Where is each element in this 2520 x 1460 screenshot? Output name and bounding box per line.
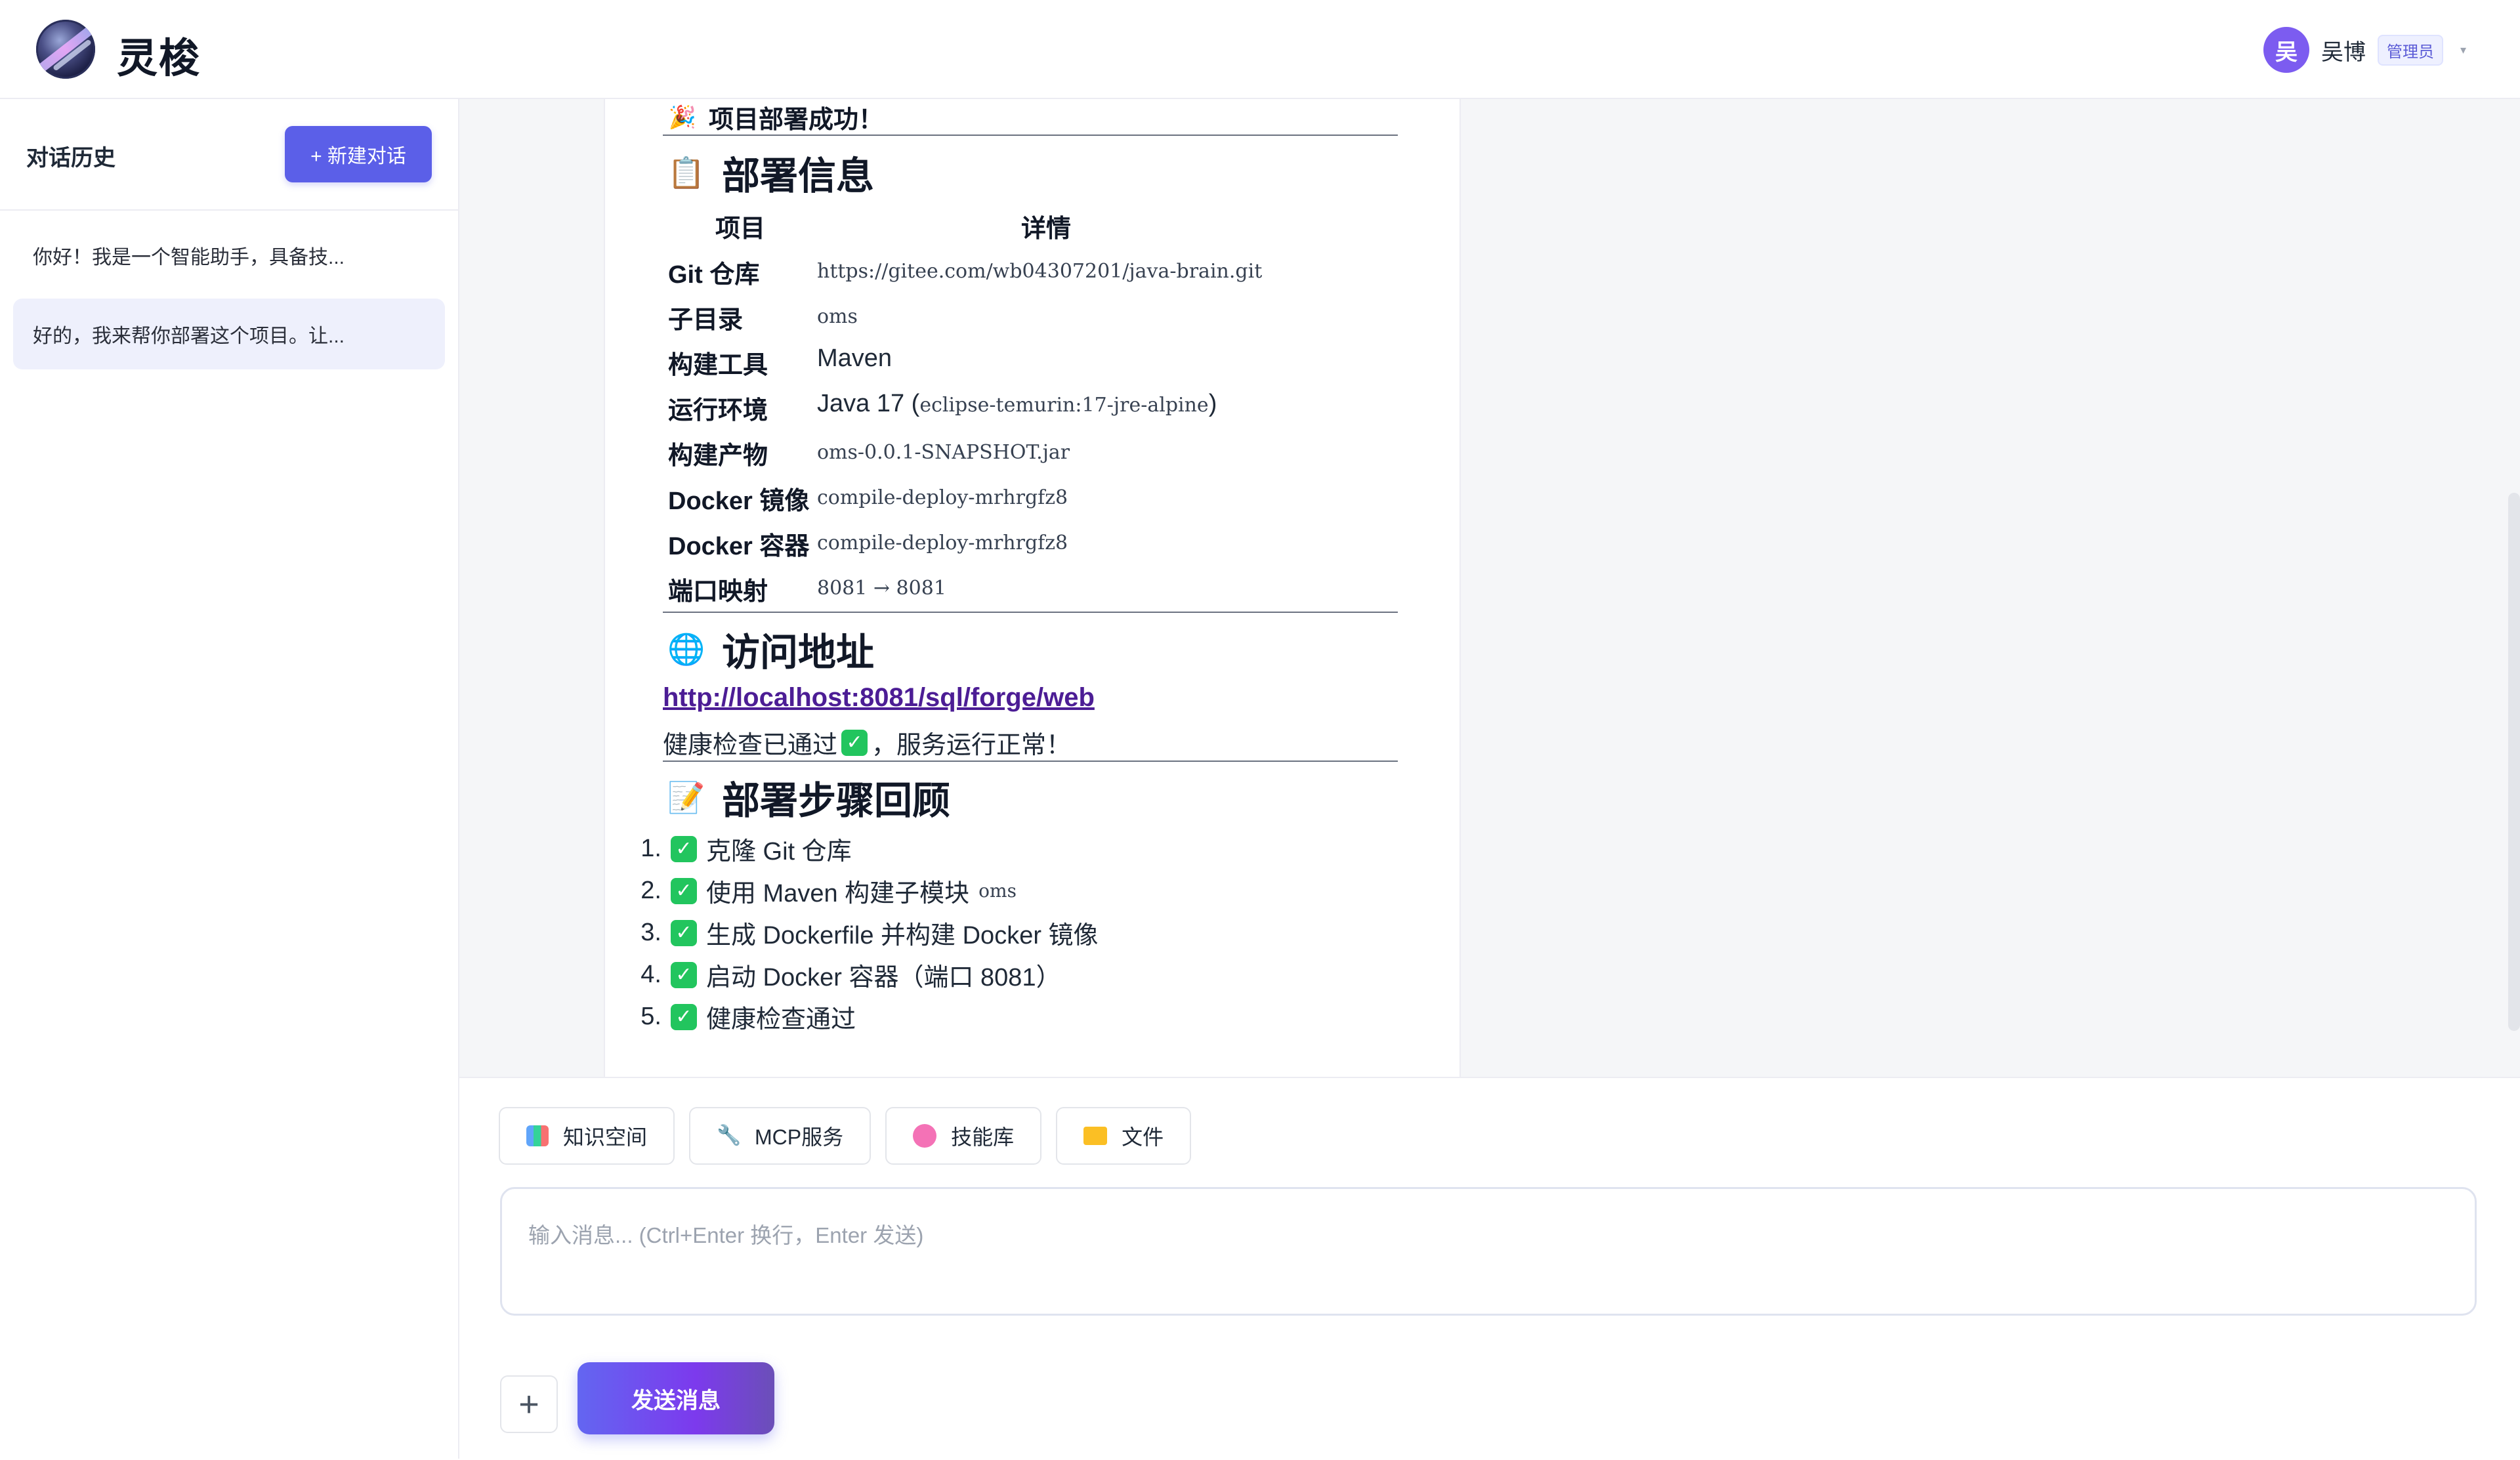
chip-label: MCP服务 bbox=[755, 1125, 844, 1149]
chat-area: 🎉 项目部署成功！ 📋 部署信息 项目 详情 Git 仓库 https://gi… bbox=[459, 99, 2520, 1077]
runtime-text: Java 17 ( bbox=[817, 390, 920, 417]
brain-icon bbox=[913, 1124, 937, 1148]
deploy-info-heading-text: 部署信息 bbox=[722, 155, 875, 198]
success-text: 项目部署成功！ bbox=[709, 106, 884, 134]
steps-heading-text: 部署步骤回顾 bbox=[722, 780, 951, 822]
table-row-key: 构建产物 bbox=[668, 442, 768, 470]
divider bbox=[663, 135, 1398, 136]
health-status: 健康检查已通过 ✓ ，服务运行正常！ bbox=[663, 724, 1071, 761]
step-text: 克隆 Git 仓库 bbox=[706, 838, 852, 866]
knowledge-space-button[interactable]: 知识空间 bbox=[499, 1107, 675, 1165]
divider bbox=[663, 612, 1398, 613]
sidebar: 对话历史 + 新建对话 你好！我是一个智能助手，具备技... 好的，我来帮你部署… bbox=[0, 99, 459, 1459]
role-badge: 管理员 bbox=[2377, 34, 2443, 66]
app-header: 灵梭 吴 吴博 管理员 ▾ bbox=[0, 0, 2520, 99]
health-text-suffix: ，服务运行正常！ bbox=[872, 732, 1072, 759]
table-row-value: compile-deploy-mrhrgfz8 bbox=[817, 532, 1068, 554]
avatar[interactable]: 吴 bbox=[2263, 27, 2309, 73]
chevron-down-icon[interactable]: ▾ bbox=[2460, 43, 2466, 57]
message-input[interactable] bbox=[500, 1187, 2477, 1316]
list-item: 3. ✓ 生成 Dockerfile 并构建 Docker 镜像 bbox=[635, 915, 1099, 951]
chip-label: 技能库 bbox=[951, 1125, 1015, 1149]
table-row-value: https://gitee.com/wb04307201/java-brain.… bbox=[817, 260, 1263, 283]
step-code: oms bbox=[978, 880, 1017, 902]
step-text: 生成 Dockerfile 并构建 Docker 镜像 bbox=[706, 922, 1099, 949]
deploy-info-heading: 📋 部署信息 bbox=[667, 145, 875, 200]
table-row-value: oms-0.0.1-SNAPSHOT.jar bbox=[817, 441, 1070, 464]
memo-icon: 📝 bbox=[667, 780, 705, 814]
step-text: 启动 Docker 容器（端口 8081） bbox=[706, 964, 1061, 991]
wrench-icon: 🔧 bbox=[717, 1125, 742, 1146]
step-text: 健康检查通过 bbox=[706, 1006, 856, 1033]
check-icon: ✓ bbox=[671, 835, 697, 862]
books-icon bbox=[526, 1125, 549, 1146]
table-row-value: oms bbox=[817, 305, 858, 328]
mcp-service-button[interactable]: 🔧 MCP服务 bbox=[689, 1107, 872, 1165]
send-button[interactable]: 发送消息 bbox=[578, 1362, 774, 1434]
chip-label: 知识空间 bbox=[563, 1125, 648, 1149]
check-icon: ✓ bbox=[671, 961, 697, 988]
table-row-key: Docker 镜像 bbox=[668, 488, 810, 515]
list-item: 2. ✓ 使用 Maven 构建子模块 oms bbox=[635, 873, 1017, 909]
table-row-key: 运行环境 bbox=[668, 397, 768, 425]
step-number: 2. bbox=[640, 877, 662, 904]
step-number: 5. bbox=[640, 1003, 662, 1030]
step-number: 1. bbox=[640, 835, 662, 862]
table-row-value: Java 17 (eclipse-temurin:17-jre-alpine) bbox=[817, 390, 1217, 418]
app-logo[interactable] bbox=[36, 20, 95, 79]
table-row-key: 子目录 bbox=[668, 306, 744, 334]
sidebar-header: 对话历史 + 新建对话 bbox=[0, 99, 458, 211]
table-header-item: 项目 bbox=[715, 215, 766, 243]
check-icon: ✓ bbox=[671, 877, 697, 904]
clipboard-icon: 📋 bbox=[667, 155, 705, 190]
table-header-detail: 详情 bbox=[1021, 215, 1072, 243]
sidebar-title: 对话历史 bbox=[26, 146, 116, 171]
chip-label: 文件 bbox=[1122, 1125, 1164, 1149]
plus-icon: + bbox=[518, 1385, 539, 1424]
check-icon: ✓ bbox=[671, 919, 697, 946]
table-row-key: 构建工具 bbox=[668, 352, 768, 379]
divider bbox=[663, 761, 1398, 762]
table-row-key: Docker 容器 bbox=[668, 533, 810, 560]
scrollbar[interactable] bbox=[2508, 493, 2520, 1031]
steps-heading: 📝 部署步骤回顾 bbox=[667, 770, 951, 825]
list-item: 1. ✓ 克隆 Git 仓库 bbox=[635, 831, 852, 867]
table-row-value: compile-deploy-mrhrgfz8 bbox=[817, 486, 1068, 509]
add-attachment-button[interactable]: + bbox=[500, 1375, 558, 1433]
health-text: 健康检查已通过 bbox=[663, 732, 838, 759]
success-line: 🎉 项目部署成功！ bbox=[668, 99, 883, 135]
list-item: 5. ✓ 健康检查通过 bbox=[635, 999, 856, 1035]
runtime-code: eclipse-temurin:17-jre-alpine bbox=[919, 394, 1209, 417]
new-chat-button[interactable]: + 新建对话 bbox=[285, 126, 432, 182]
table-row-value: 8081 → 8081 bbox=[817, 577, 946, 600]
skills-button[interactable]: 技能库 bbox=[885, 1107, 1042, 1165]
party-popper-icon: 🎉 bbox=[668, 104, 697, 130]
history-item[interactable]: 你好！我是一个智能助手，具备技... bbox=[13, 220, 445, 291]
user-name[interactable]: 吴博 bbox=[2321, 34, 2366, 66]
check-icon: ✓ bbox=[671, 1003, 697, 1030]
access-heading-text: 访问地址 bbox=[722, 631, 875, 674]
folder-icon bbox=[1083, 1127, 1108, 1145]
access-url-link[interactable]: http://localhost:8081/sql/forge/web bbox=[663, 683, 1095, 713]
table-row-key: Git 仓库 bbox=[668, 261, 760, 289]
check-icon: ✓ bbox=[841, 729, 868, 756]
table-row-key: 端口映射 bbox=[668, 578, 768, 606]
history-item-active[interactable]: 好的，我来帮你部署这个项目。让... bbox=[13, 299, 445, 369]
table-row-value: Maven bbox=[817, 344, 892, 372]
step-text: 使用 Maven 构建子模块 bbox=[706, 880, 970, 907]
globe-icon: 🌐 bbox=[667, 631, 705, 666]
runtime-suffix: ) bbox=[1208, 390, 1217, 417]
history-list: 你好！我是一个智能助手，具备技... 好的，我来帮你部署这个项目。让... bbox=[13, 220, 445, 377]
step-number: 3. bbox=[640, 919, 662, 946]
files-button[interactable]: 文件 bbox=[1056, 1107, 1192, 1165]
user-menu[interactable]: 吴 吴博 管理员 ▾ bbox=[2263, 25, 2466, 75]
access-heading: 🌐 访问地址 bbox=[667, 621, 875, 677]
composer: 知识空间 🔧 MCP服务 技能库 文件 + 发送消息 bbox=[459, 1077, 2520, 1460]
step-number: 4. bbox=[640, 961, 662, 988]
app-title: 灵梭 bbox=[117, 36, 201, 81]
message-textarea[interactable] bbox=[502, 1189, 2475, 1314]
list-item: 4. ✓ 启动 Docker 容器（端口 8081） bbox=[635, 957, 1061, 993]
tool-chips: 知识空间 🔧 MCP服务 技能库 文件 bbox=[499, 1107, 1192, 1165]
